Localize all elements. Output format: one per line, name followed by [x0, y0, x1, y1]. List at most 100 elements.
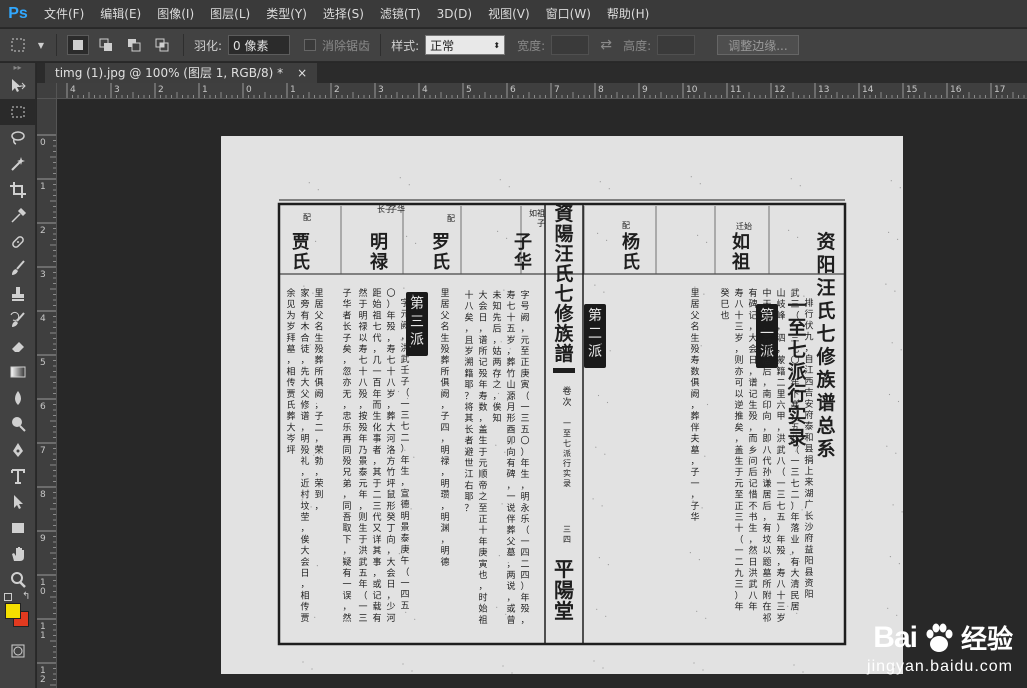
ruler-label: 1	[40, 631, 46, 641]
move-tool-icon[interactable]	[0, 73, 36, 99]
glyph: 河	[386, 433, 395, 445]
glyph: 一	[790, 457, 799, 467]
vertical-ruler[interactable]: 0123456789101112	[37, 99, 57, 688]
glyph: 江	[804, 365, 813, 376]
rectangle-tool-icon[interactable]	[0, 515, 36, 541]
pen-tool-icon[interactable]	[0, 437, 36, 463]
glyph: 资	[816, 230, 835, 253]
clone-stamp-tool-icon[interactable]	[0, 281, 36, 307]
color-swatches[interactable]: ↰	[0, 591, 36, 641]
glyph: 子	[342, 333, 351, 344]
scan-speck	[888, 231, 890, 233]
glyph: 吾	[342, 512, 351, 523]
foreground-color[interactable]	[5, 603, 21, 619]
scan-speck	[787, 605, 789, 607]
blur-tool-icon[interactable]	[0, 385, 36, 411]
horizontal-ruler[interactable]: 4 3 2 1 0 1 2 3 4 5 6 7 8 9 10 11 12 13 14 15 16 17	[57, 83, 1027, 99]
ruler-label: 10	[686, 85, 698, 95]
glyph: 盖	[734, 444, 743, 456]
glyph: 印	[762, 399, 771, 411]
glyph: 百	[372, 378, 381, 389]
eyedropper-tool-icon[interactable]	[0, 203, 36, 229]
zoom-tool-icon[interactable]	[0, 567, 36, 593]
dodge-tool-icon[interactable]	[0, 411, 36, 437]
magic-wand-tool-icon[interactable]	[0, 151, 36, 177]
glyph: ，	[520, 616, 529, 626]
ruler-label: 7	[40, 446, 46, 456]
glyph: 一	[520, 403, 529, 413]
menu-item[interactable]: 视图(V)	[480, 0, 538, 28]
watermark-brand-cn: 经验	[960, 625, 1013, 655]
glyph: 明	[440, 478, 449, 489]
panel-grip-icon[interactable]: ▸▸	[0, 63, 35, 73]
ruler-origin[interactable]	[37, 83, 57, 99]
spine-hall-name: 平陽堂	[554, 557, 574, 623]
glyph: 书	[748, 512, 757, 523]
path-selection-tool-icon[interactable]	[0, 489, 36, 515]
scan-speck	[596, 608, 598, 610]
small-label: 如祖	[529, 208, 545, 218]
width-input[interactable]	[551, 35, 590, 55]
subtract-selection-icon[interactable]	[123, 35, 145, 55]
close-icon[interactable]: ×	[297, 63, 307, 83]
canvas-area[interactable]: 资阳汪氏七修族谱总系一至七派行实录如祖杨氏子华罗氏明禄贾氏迁始配如祖子配子华 长子…	[58, 100, 1027, 688]
glyph: 五	[790, 423, 799, 433]
menu-item[interactable]: 选择(S)	[315, 0, 372, 28]
menu-item[interactable]: 文件(F)	[36, 0, 92, 28]
menu-item[interactable]: 图层(L)	[202, 0, 258, 28]
glyph: 里	[314, 288, 323, 299]
gradient-tool-icon[interactable]	[0, 359, 36, 385]
hand-tool-icon[interactable]	[0, 541, 36, 567]
glyph: 父	[506, 536, 515, 547]
swap-dimensions-icon[interactable]: ⇄	[595, 35, 617, 55]
menu-item[interactable]: 类型(Y)	[258, 0, 315, 28]
glyph: 世	[464, 457, 473, 469]
history-brush-tool-icon[interactable]	[0, 307, 36, 333]
add-selection-icon[interactable]	[95, 35, 117, 55]
quick-mask-icon[interactable]	[0, 641, 36, 661]
menu-item[interactable]: 3D(D)	[429, 0, 480, 28]
genealogy-page-scan: 资阳汪氏七修族谱总系一至七派行实录如祖杨氏子华罗氏明禄贾氏迁始配如祖子配子华长子…	[221, 136, 903, 674]
glyph: 九	[804, 332, 813, 343]
glyph: 殁	[748, 411, 757, 422]
healing-brush-tool-icon[interactable]	[0, 229, 36, 255]
eraser-tool-icon[interactable]	[0, 333, 36, 359]
marquee-tool-icon[interactable]	[0, 99, 36, 125]
glyph: 塞	[790, 399, 799, 411]
small-label: 迁始	[736, 221, 752, 231]
glyph: 贾	[300, 613, 309, 624]
small-label: 长子	[377, 204, 393, 214]
preset-dropdown-icon[interactable]: ▼	[36, 35, 46, 55]
glyph: 数	[690, 365, 699, 377]
intersect-selection-icon[interactable]	[151, 35, 173, 55]
lasso-tool-icon[interactable]	[0, 125, 36, 151]
marquee-preset-icon[interactable]	[8, 35, 30, 55]
document-image[interactable]: 资阳汪氏七修族谱总系一至七派行实录如祖杨氏子华罗氏明禄贾氏迁始配如祖子配子华 长子…	[221, 136, 903, 674]
refine-edge-button[interactable]: 调整边缘...	[717, 35, 799, 55]
tab-document[interactable]: timg (1).jpg @ 100% (图层 1, RGB/8) * ×	[45, 63, 318, 83]
watermark-logo-row: Bai 经验	[873, 619, 1013, 656]
new-selection-icon[interactable]	[67, 35, 89, 55]
glyph: 存	[492, 367, 501, 379]
feather-input[interactable]	[228, 35, 291, 55]
swap-colors-icon[interactable]: ↰	[22, 591, 30, 602]
menu-item[interactable]: 图像(I)	[149, 0, 202, 28]
scan-speck	[406, 235, 408, 237]
style-select[interactable]: 正常 ⬍	[425, 35, 506, 55]
glyph: 岁	[734, 332, 743, 344]
height-input[interactable]	[657, 35, 696, 55]
menu-item[interactable]: 编辑(E)	[92, 0, 149, 28]
type-tool-icon[interactable]	[0, 463, 36, 489]
menu-item[interactable]: 帮助(H)	[599, 0, 657, 28]
brush-tool-icon[interactable]	[0, 255, 36, 281]
glyph: 者	[372, 445, 381, 456]
glyph: 家	[300, 287, 309, 299]
default-colors-icon[interactable]	[4, 593, 12, 601]
antialias-checkbox[interactable]	[304, 39, 317, 51]
glyph: 岁	[286, 321, 295, 333]
crop-tool-icon[interactable]	[0, 177, 36, 203]
glyph: 坟	[762, 533, 771, 545]
scan-speck	[509, 348, 511, 350]
menu-item[interactable]: 窗口(W)	[538, 0, 599, 28]
menu-item[interactable]: 滤镜(T)	[372, 0, 429, 28]
